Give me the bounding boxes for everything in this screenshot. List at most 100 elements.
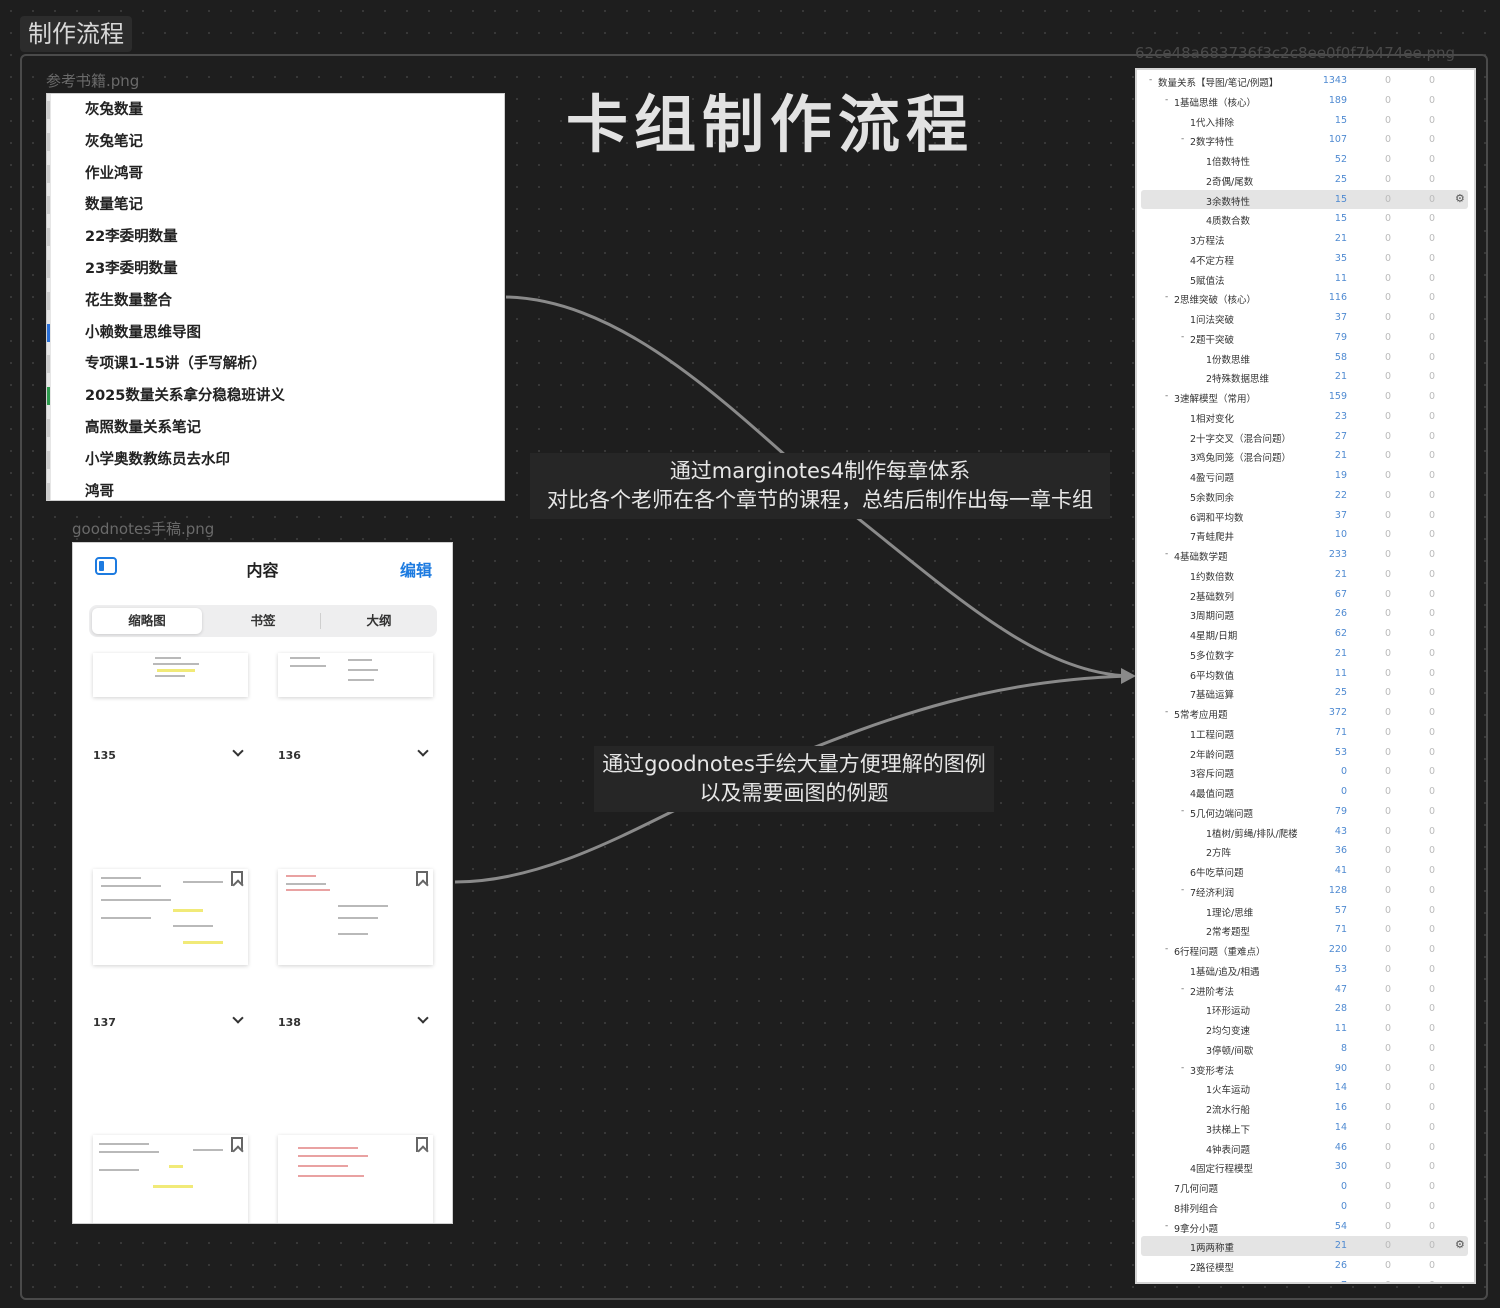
outline-row[interactable]: -6行程问题（重难点） 220 0 0 (1137, 940, 1474, 960)
collapse-toggle-icon[interactable]: - (1181, 134, 1184, 144)
outline-row[interactable]: -3变形考法 90 0 0 (1137, 1059, 1474, 1079)
outline-row[interactable]: -2数字特性 107 0 0 (1137, 130, 1474, 150)
outline-row[interactable]: 3停顿/间歇 8 0 0 (1137, 1039, 1474, 1059)
edit-button[interactable]: 编辑 (400, 557, 432, 581)
outline-row[interactable]: 2路径模型 26 0 0 (1137, 1256, 1474, 1276)
collapse-toggle-icon[interactable]: - (1181, 984, 1184, 994)
bookmark-icon[interactable] (416, 871, 428, 886)
outline-row[interactable]: 3周期问题 26 0 0 (1137, 604, 1474, 624)
book-list-item[interactable]: 灰兔笔记 (85, 126, 143, 158)
page-thumbnail[interactable] (278, 653, 433, 697)
collapse-toggle-icon[interactable]: - (1181, 885, 1184, 895)
chevron-down-icon[interactable] (417, 1012, 429, 1024)
tab-thumbnails[interactable]: 缩略图 (92, 608, 202, 634)
outline-row[interactable]: 6平均数值 11 0 0 (1137, 664, 1474, 684)
collapse-toggle-icon[interactable]: - (1181, 1063, 1184, 1073)
marginnotes-note[interactable]: 通过marginotes4制作每章体系 对比各个老师在各个章节的课程，总结后制作… (530, 453, 1110, 519)
outline-row[interactable]: 2十字交叉（混合问题） 27 0 0 (1137, 427, 1474, 447)
book-list-item[interactable]: 高照数量关系笔记 (85, 412, 201, 444)
outline-row[interactable]: 2均匀变速 11 0 0 (1137, 1019, 1474, 1039)
outline-row[interactable]: 2年龄问题 53 0 0 (1137, 743, 1474, 763)
page-thumbnail[interactable] (93, 653, 248, 697)
outline-row[interactable]: 7基础运算 25 0 0 (1137, 683, 1474, 703)
goodnotes-image[interactable]: 内容 编辑 缩略图 书签 大纲 135 136 137 138 (72, 542, 453, 1224)
outline-row[interactable]: 3余数特性 15 0 0 ⚙ (1141, 189, 1468, 210)
outline-row[interactable]: 7几何问题 0 0 0 (1137, 1177, 1474, 1197)
outline-row[interactable]: 2特殊数据思维 21 0 0 (1137, 367, 1474, 387)
outline-row[interactable]: 2基础数列 67 0 0 (1137, 585, 1474, 605)
outline-row[interactable]: 3密码破译 7 0 0 (1137, 1276, 1474, 1282)
book-list-item[interactable]: 作业鸿哥 (85, 158, 143, 190)
book-list-item[interactable]: 专项课1-15讲（手写解析） (85, 348, 266, 380)
outline-row[interactable]: 3方程法 21 0 0 (1137, 229, 1474, 249)
book-list-item[interactable]: 花生数量整合 (85, 285, 172, 317)
collapse-toggle-icon[interactable]: - (1181, 806, 1184, 816)
outline-row[interactable]: 1相对变化 23 0 0 (1137, 407, 1474, 427)
group-title[interactable]: 制作流程 (20, 16, 132, 52)
book-list-item[interactable]: 小学奥数教练员去水印 (85, 444, 230, 476)
book-list-item[interactable]: 小赖数量思维导图 (85, 317, 201, 349)
chevron-down-icon[interactable] (417, 745, 429, 757)
outline-row[interactable]: 1两两称重 21 0 0 ⚙ (1141, 1236, 1468, 1256)
outline-row[interactable]: 1问法突破 37 0 0 (1137, 308, 1474, 328)
goodnotes-note[interactable]: 通过goodnotes手绘大量方便理解的图例 以及需要画图的例题 (594, 746, 994, 812)
outline-row[interactable]: 3容斥问题 0 0 0 (1137, 762, 1474, 782)
outline-row[interactable]: -2题干突破 79 0 0 (1137, 328, 1474, 348)
outline-row[interactable]: -2思维突破（核心） 116 0 0 (1137, 288, 1474, 308)
outline-row[interactable]: 7青蛙爬井 10 0 0 (1137, 525, 1474, 545)
outline-image[interactable]: - 数量关系【导图/笔记/例题】 1343 0 0-1基础思维（核心） 189 0 0 1代入排… (1135, 68, 1476, 1284)
page-thumbnail[interactable] (93, 869, 248, 965)
gear-icon[interactable]: ⚙ (1455, 1238, 1465, 1251)
collapse-toggle-icon[interactable]: - (1165, 944, 1168, 954)
chevron-down-icon[interactable] (232, 1012, 244, 1024)
outline-row[interactable]: 6调和平均数 37 0 0 (1137, 506, 1474, 526)
outline-row[interactable]: 8排列组合 0 0 0 (1137, 1197, 1474, 1217)
outline-row[interactable]: 1约数倍数 21 0 0 (1137, 565, 1474, 585)
bookmark-icon[interactable] (416, 1137, 428, 1152)
outline-row[interactable]: -3速解模型（常用） 159 0 0 (1137, 387, 1474, 407)
outline-row[interactable]: 4盈亏问题 19 0 0 (1137, 466, 1474, 486)
outline-row[interactable]: 2常考题型 71 0 0 (1137, 920, 1474, 940)
collapse-toggle-icon[interactable]: - (1165, 391, 1168, 401)
outline-row[interactable]: 3鸡兔同笼（混合问题） 21 0 0 (1137, 446, 1474, 466)
page-thumbnail[interactable] (278, 869, 433, 965)
outline-row[interactable]: -9拿分小题 54 0 0 (1137, 1217, 1474, 1237)
outline-row[interactable]: 6牛吃草问题 41 0 0 (1137, 861, 1474, 881)
book-list-item[interactable]: 22李委明数量 (85, 221, 178, 253)
collapse-toggle-icon[interactable]: - (1165, 1221, 1168, 1231)
collapse-toggle-icon[interactable]: - (1165, 292, 1168, 302)
collapse-toggle-icon[interactable]: - (1165, 95, 1168, 105)
collapse-toggle-icon[interactable]: - (1181, 332, 1184, 342)
chevron-down-icon[interactable] (232, 745, 244, 757)
book-list-item[interactable]: 数量笔记 (85, 189, 143, 221)
book-list-item[interactable]: 鸿哥 (85, 476, 114, 500)
outline-row[interactable]: 2方阵 36 0 0 (1137, 841, 1474, 861)
outline-row[interactable]: 1倍数特性 52 0 0 (1137, 150, 1474, 170)
outline-row[interactable]: -4基础数学题 233 0 0 (1137, 545, 1474, 565)
gear-icon[interactable]: ⚙ (1455, 192, 1465, 205)
outline-row[interactable]: 1环形运动 28 0 0 (1137, 999, 1474, 1019)
outline-row[interactable]: 3扶梯上下 14 0 0 (1137, 1118, 1474, 1138)
outline-row[interactable]: 5余数同余 22 0 0 (1137, 486, 1474, 506)
outline-row[interactable]: - 数量关系【导图/笔记/例题】 1343 0 0 (1137, 71, 1474, 91)
bookmark-icon[interactable] (231, 871, 243, 886)
book-list-item[interactable]: 2025数量关系拿分稳稳班讲义 (85, 380, 285, 412)
book-list-image[interactable]: 灰兔数量 灰兔笔记 作业鸿哥 数量笔记 22李委明数量 23李委明数量 花生数量整合 小赖数量… (46, 93, 505, 501)
collapse-toggle-icon[interactable]: - (1149, 75, 1152, 85)
outline-row[interactable]: -7经济利润 128 0 0 (1137, 881, 1474, 901)
collapse-toggle-icon[interactable]: - (1165, 549, 1168, 559)
outline-row[interactable]: 1工程问题 71 0 0 (1137, 723, 1474, 743)
outline-row[interactable]: 1基础/追及/相遇 53 0 0 (1137, 960, 1474, 980)
outline-row[interactable]: 5赋值法 11 0 0 (1137, 269, 1474, 289)
outline-row[interactable]: 5多位数字 21 0 0 (1137, 644, 1474, 664)
collapse-toggle-icon[interactable]: - (1165, 707, 1168, 717)
outline-row[interactable]: 1植树/剪绳/排队/爬楼 43 0 0 (1137, 822, 1474, 842)
tab-outline[interactable]: 大纲 (324, 608, 434, 634)
page-thumbnail[interactable] (278, 1135, 433, 1223)
outline-row[interactable]: 4固定行程模型 30 0 0 (1137, 1157, 1474, 1177)
outline-row[interactable]: 1代入排除 15 0 0 (1137, 111, 1474, 131)
bookmark-icon[interactable] (231, 1137, 243, 1152)
page-thumbnail[interactable] (93, 1135, 248, 1223)
outline-row[interactable]: -2进阶考法 47 0 0 (1137, 980, 1474, 1000)
outline-row[interactable]: 2流水行船 16 0 0 (1137, 1098, 1474, 1118)
